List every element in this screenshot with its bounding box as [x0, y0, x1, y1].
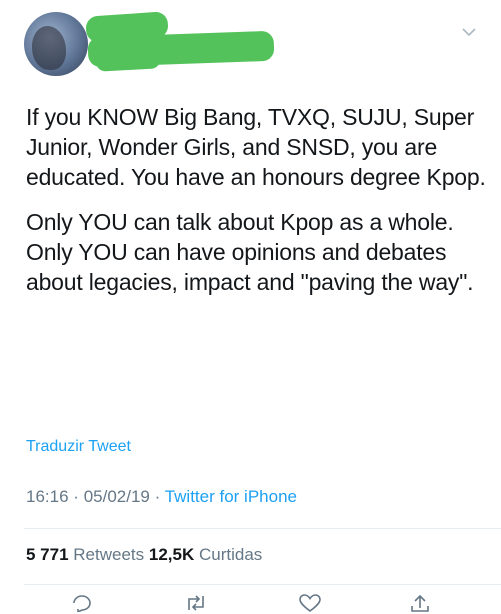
divider — [24, 528, 501, 529]
avatar[interactable] — [24, 12, 88, 76]
redacted-handle-tail — [95, 50, 161, 72]
tweet-stats: 5 771 Retweets 12,5K Curtidas — [26, 545, 262, 565]
likes-stat[interactable]: 12,5K Curtidas — [149, 545, 262, 564]
like-icon[interactable] — [298, 594, 322, 612]
tweet-text: If you KNOW Big Bang, TVXQ, SUJU, Super … — [26, 102, 486, 312]
tweet-time: 16:16 — [26, 487, 69, 506]
meta-separator: · — [73, 487, 79, 506]
tweet-paragraph: Only YOU can talk about Kpop as a whole.… — [26, 209, 474, 295]
avatar-photo — [32, 26, 66, 70]
share-icon[interactable] — [408, 594, 432, 612]
likes-label: Curtidas — [199, 545, 263, 564]
tweet-actions — [0, 594, 501, 614]
retweets-count: 5 771 — [26, 545, 69, 564]
tweet-metadata: 16:16 · 05/02/19 · Twitter for iPhone — [26, 487, 297, 507]
retweet-icon[interactable] — [184, 594, 208, 612]
divider — [24, 584, 501, 585]
tweet-date: 05/02/19 — [83, 487, 150, 506]
chevron-down-icon[interactable] — [461, 26, 477, 38]
retweets-stat[interactable]: 5 771 Retweets — [26, 545, 144, 564]
tweet-paragraph: If you KNOW Big Bang, TVXQ, SUJU, Super … — [26, 104, 486, 190]
tweet-source-link[interactable]: Twitter for iPhone — [165, 487, 297, 506]
retweets-label: Retweets — [73, 545, 145, 564]
reply-icon[interactable] — [70, 594, 94, 612]
translate-tweet-link[interactable]: Traduzir Tweet — [26, 438, 131, 456]
likes-count: 12,5K — [148, 545, 195, 564]
meta-separator: · — [154, 487, 161, 506]
